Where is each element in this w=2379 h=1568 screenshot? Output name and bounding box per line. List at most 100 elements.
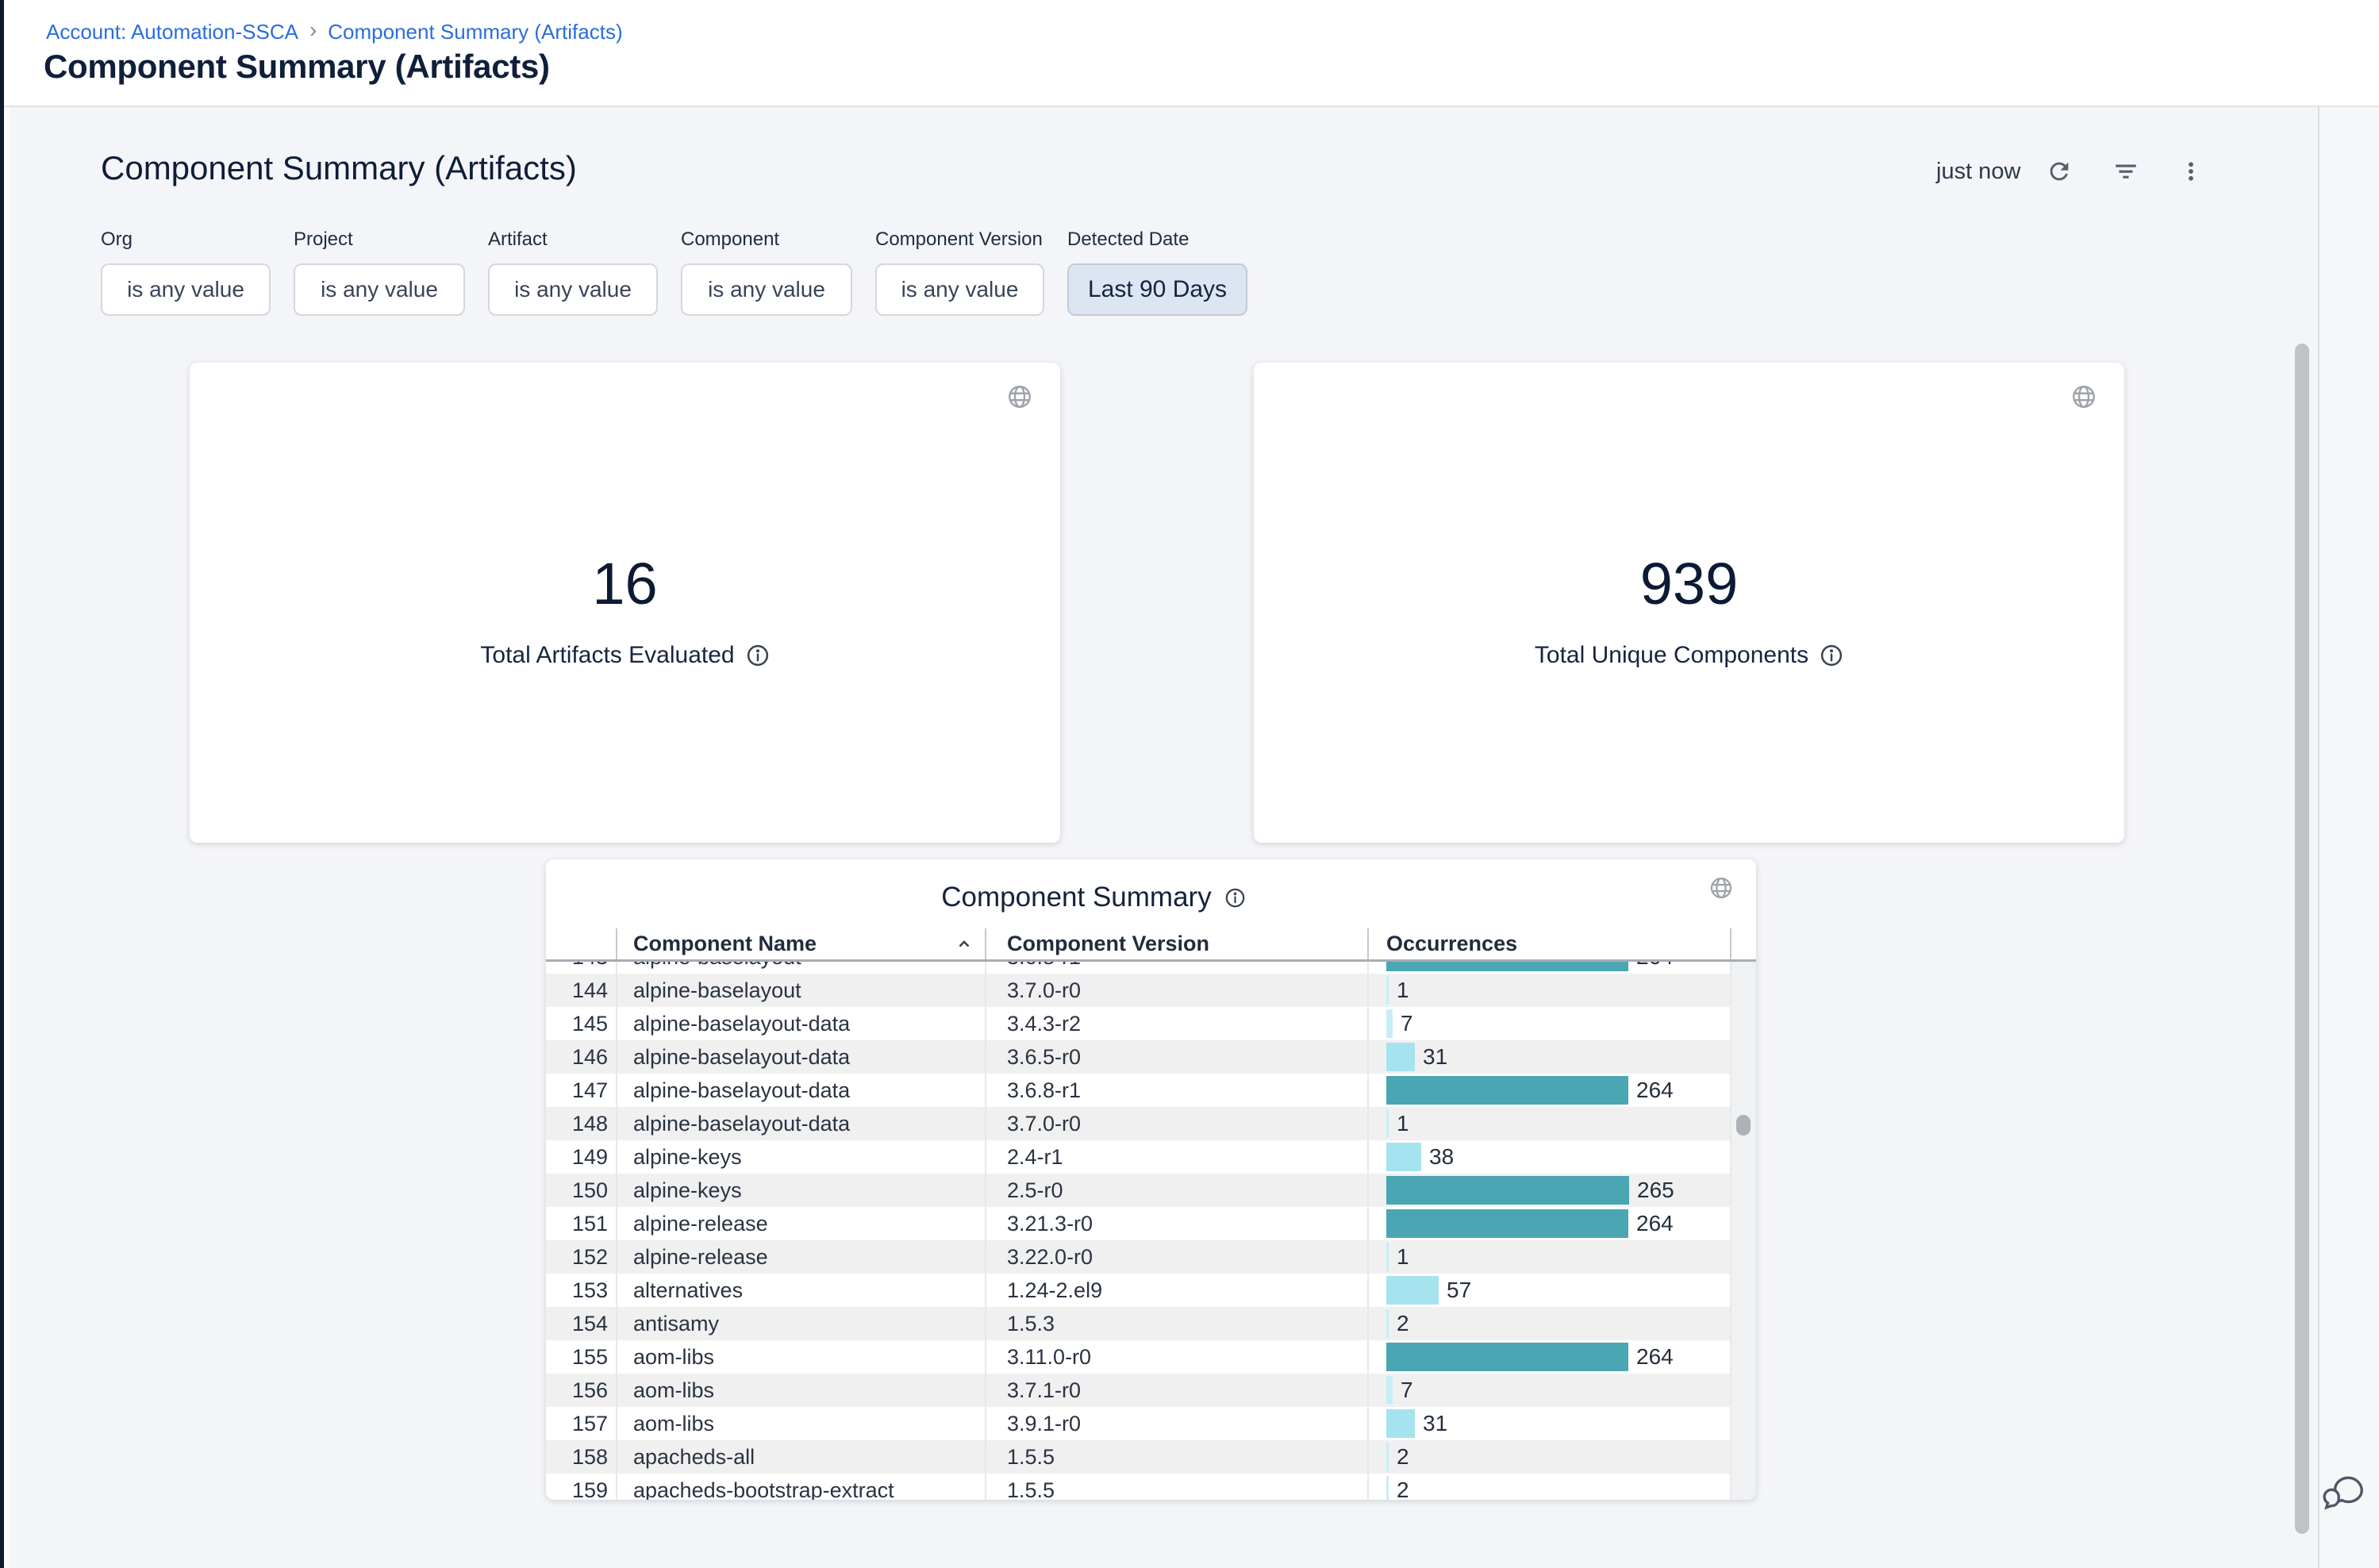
- filter-value-button-component[interactable]: is any value: [681, 263, 852, 316]
- table-scrollbar-track[interactable]: [1731, 962, 1756, 1500]
- table-row[interactable]: 147alpine-baselayout-data3.6.8-r1264: [546, 1074, 1731, 1107]
- component-version-cell: 3.7.0-r0: [986, 974, 1369, 1007]
- info-icon[interactable]: [746, 644, 770, 667]
- table-row[interactable]: 146alpine-baselayout-data3.6.5-r031: [546, 1040, 1731, 1074]
- info-icon[interactable]: [1820, 644, 1843, 667]
- row-number: 158: [546, 1440, 617, 1474]
- table-header: Component Name Component Version Occurre…: [546, 928, 1731, 959]
- stat-value-total-unique-components: 939: [1254, 550, 2124, 617]
- table-row[interactable]: 157aom-libs3.9.1-r031: [546, 1407, 1731, 1440]
- occurrences-cell: 7: [1369, 1007, 1731, 1040]
- occurrences-bar[interactable]: [1386, 1443, 1389, 1471]
- component-name-cell: alpine-keys: [617, 1174, 986, 1207]
- table-row[interactable]: 149alpine-keys2.4-r138: [546, 1140, 1731, 1174]
- filter-value-button-component-version[interactable]: is any value: [875, 263, 1044, 316]
- table-row[interactable]: 143alpine-baselayout3.6.8-r1264: [546, 962, 1731, 974]
- occurrences-bar[interactable]: [1386, 1343, 1628, 1371]
- right-rail: [2319, 107, 2379, 1568]
- occurrences-value: 7: [1401, 1378, 1413, 1403]
- filter-icon[interactable]: [2112, 158, 2139, 185]
- table-body: 143alpine-baselayout3.6.8-r1264144alpine…: [546, 962, 1731, 1500]
- occurrences-value: 2: [1397, 1478, 1409, 1500]
- occurrences-bar[interactable]: [1386, 1076, 1628, 1105]
- globe-icon: [1006, 383, 1033, 410]
- occurrences-bar[interactable]: [1386, 1276, 1439, 1305]
- row-number: 156: [546, 1374, 617, 1407]
- table-row[interactable]: 144alpine-baselayout3.7.0-r01: [546, 974, 1731, 1007]
- component-version-cell: 1.5.5: [986, 1440, 1369, 1474]
- table-row[interactable]: 154antisamy1.5.32: [546, 1307, 1731, 1340]
- stat-label-total-unique-components: Total Unique Components: [1535, 642, 1808, 669]
- component-version-cell: 3.6.8-r1: [986, 1074, 1369, 1107]
- occurrences-value: 1: [1397, 1244, 1409, 1270]
- occurrences-value: 264: [1636, 1344, 1674, 1370]
- kebab-menu-icon[interactable]: [2179, 158, 2203, 185]
- table-row[interactable]: 150alpine-keys2.5-r0265: [546, 1174, 1731, 1207]
- occurrences-bar[interactable]: [1386, 1476, 1389, 1500]
- occurrences-bar[interactable]: [1386, 1309, 1389, 1338]
- component-summary-page: Account: Automation-SSCA › Component Sum…: [0, 0, 2379, 1568]
- occurrences-bar[interactable]: [1386, 1143, 1421, 1171]
- table-row[interactable]: 151alpine-release3.21.3-r0264: [546, 1207, 1731, 1240]
- occurrences-cell: 2: [1369, 1307, 1731, 1340]
- occurrences-bar[interactable]: [1386, 976, 1389, 1005]
- filter-org: Orgis any value: [101, 229, 271, 316]
- occurrences-cell: 1: [1369, 1107, 1731, 1140]
- filter-value-button-detected-date[interactable]: Last 90 Days: [1067, 263, 1247, 316]
- page-title: Component Summary (Artifacts): [44, 48, 550, 86]
- component-version-cell: 3.9.1-r0: [986, 1407, 1369, 1440]
- table-scrollbar-thumb[interactable]: [1736, 1115, 1751, 1136]
- occurrences-value: 264: [1636, 1211, 1674, 1236]
- occurrences-bar[interactable]: [1386, 1176, 1629, 1205]
- occurrences-cell: 264: [1369, 962, 1731, 974]
- occurrences-value: 265: [1637, 1178, 1674, 1203]
- occurrences-cell: 1: [1369, 974, 1731, 1007]
- breadcrumb-chevron-icon: ›: [309, 17, 317, 43]
- table-row[interactable]: 148alpine-baselayout-data3.7.0-r01: [546, 1107, 1731, 1140]
- row-number: 159: [546, 1474, 617, 1500]
- info-icon[interactable]: [1224, 887, 1246, 909]
- filter-component: Component is any value: [681, 229, 852, 316]
- header-component-version[interactable]: Component Version: [986, 928, 1369, 959]
- table-row[interactable]: 159apacheds-bootstrap-extract1.5.52: [546, 1474, 1731, 1500]
- filter-label-component: Component: [681, 229, 852, 251]
- occurrences-bar[interactable]: [1386, 1376, 1393, 1405]
- component-version-cell: 2.4-r1: [986, 1140, 1369, 1174]
- row-number: 157: [546, 1407, 617, 1440]
- occurrences-bar[interactable]: [1386, 1209, 1628, 1238]
- occurrences-cell: 31: [1369, 1407, 1731, 1440]
- occurrences-cell: 57: [1369, 1274, 1731, 1307]
- header-occurrences[interactable]: Occurrences: [1369, 928, 1731, 959]
- occurrences-bar[interactable]: [1386, 1043, 1415, 1071]
- occurrences-bar[interactable]: [1386, 1243, 1389, 1271]
- row-number: 143: [546, 962, 617, 974]
- page-scrollbar-thumb[interactable]: [2295, 344, 2309, 1534]
- row-number: 144: [546, 974, 617, 1007]
- occurrences-cell: 2: [1369, 1474, 1731, 1500]
- table-row[interactable]: 153alternatives1.24-2.el957: [546, 1274, 1731, 1307]
- table-row[interactable]: 158apacheds-all1.5.52: [546, 1440, 1731, 1474]
- table-row[interactable]: 145alpine-baselayout-data3.4.3-r27: [546, 1007, 1731, 1040]
- header-component-name[interactable]: Component Name: [617, 928, 986, 959]
- breadcrumb-current-link[interactable]: Component Summary (Artifacts): [328, 20, 622, 44]
- occurrences-bar[interactable]: [1386, 1009, 1393, 1038]
- filter-value-button-project[interactable]: is any value: [294, 263, 465, 316]
- occurrences-bar[interactable]: [1386, 962, 1628, 971]
- globe-icon: [1708, 875, 1734, 901]
- breadcrumb-account-link[interactable]: Account: Automation-SSCA: [46, 20, 298, 44]
- occurrences-value: 2: [1397, 1444, 1409, 1470]
- component-name-cell: aom-libs: [617, 1407, 986, 1440]
- filter-label-component-version: Component Version: [875, 229, 1044, 251]
- table-row[interactable]: 156aom-libs3.7.1-r07: [546, 1374, 1731, 1407]
- occurrences-bar[interactable]: [1386, 1409, 1415, 1438]
- chat-support-icon[interactable]: [2319, 1470, 2368, 1519]
- filter-value-button-artifact[interactable]: is any value: [488, 263, 658, 316]
- table-row[interactable]: 152alpine-release3.22.0-r01: [546, 1240, 1731, 1274]
- occurrences-bar[interactable]: [1386, 1109, 1389, 1138]
- table-row[interactable]: 155aom-libs3.11.0-r0264: [546, 1340, 1731, 1374]
- refresh-icon[interactable]: [2046, 158, 2073, 185]
- filter-label-project: Project: [294, 229, 465, 251]
- filter-bar: Orgis any valueProjectis any valueArtifa…: [101, 229, 1247, 316]
- occurrences-cell: 1: [1369, 1240, 1731, 1274]
- filter-value-button-org[interactable]: is any value: [101, 263, 271, 316]
